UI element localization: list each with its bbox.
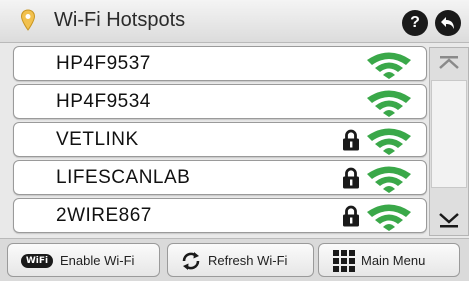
network-ssid: VETLINK: [56, 129, 139, 150]
title-bar: Wi-Fi Hotspots ?: [0, 0, 469, 43]
scroll-down-icon[interactable]: [430, 205, 468, 235]
bottom-toolbar: WiFi Enable Wi-Fi Refresh Wi-Fi Main Men…: [0, 238, 469, 281]
location-pin-icon: [20, 9, 36, 31]
scroll-thumb[interactable]: [431, 80, 467, 188]
back-button[interactable]: [435, 10, 461, 36]
network-row[interactable]: 2WIRE867: [13, 198, 427, 233]
grid-menu-icon: [333, 250, 355, 272]
page-title: Wi-Fi Hotspots: [54, 9, 186, 31]
wifi-signal-icon: [367, 52, 411, 79]
network-ssid: LIFESCANLAB: [56, 167, 191, 188]
network-ssid: 2WIRE867: [56, 205, 152, 226]
lock-icon: [343, 129, 359, 151]
wifi-signal-icon: [367, 166, 411, 193]
lock-icon: [343, 205, 359, 227]
network-ssid: HP4F9537: [56, 53, 151, 74]
network-row[interactable]: VETLINK: [13, 122, 427, 157]
network-row[interactable]: HP4F9537: [13, 46, 427, 81]
wifi-badge-icon: WiFi: [21, 254, 53, 268]
wifi-signal-icon: [367, 204, 411, 231]
main-menu-button[interactable]: Main Menu: [318, 243, 460, 277]
network-row[interactable]: HP4F9534: [13, 84, 427, 119]
scroll-up-icon[interactable]: [430, 48, 468, 78]
wifi-signal-icon: [367, 90, 411, 117]
help-button[interactable]: ?: [402, 10, 428, 36]
enable-wifi-button[interactable]: WiFi Enable Wi-Fi: [7, 243, 160, 277]
enable-wifi-label: Enable Wi-Fi: [60, 253, 135, 268]
refresh-wifi-label: Refresh Wi-Fi: [208, 253, 288, 268]
lock-icon: [343, 167, 359, 189]
refresh-wifi-button[interactable]: Refresh Wi-Fi: [167, 243, 314, 277]
network-row[interactable]: LIFESCANLAB: [13, 160, 427, 195]
refresh-icon: [182, 252, 200, 270]
network-ssid: HP4F9534: [56, 91, 151, 112]
main-menu-label: Main Menu: [361, 253, 426, 268]
scrollbar[interactable]: [429, 47, 469, 236]
back-arrow-icon: [441, 17, 454, 29]
wifi-signal-icon: [367, 128, 411, 155]
